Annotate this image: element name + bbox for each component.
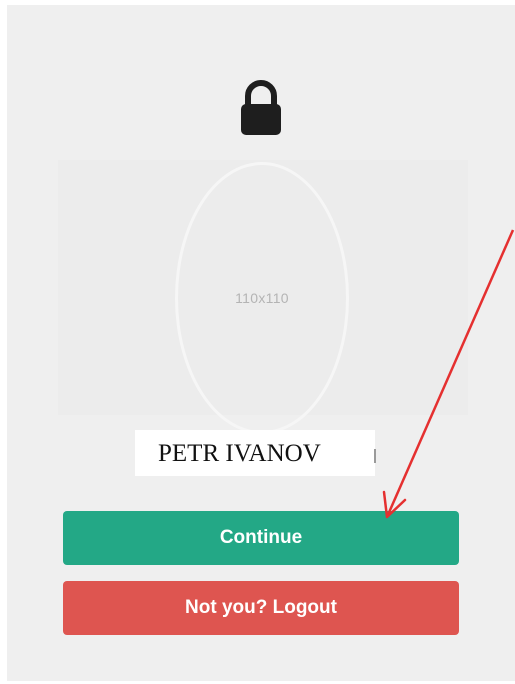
avatar-placeholder-label: 110x110 (235, 290, 289, 306)
text-cursor-mark (374, 449, 376, 463)
user-name: PETR IVANOV (158, 440, 321, 467)
continue-button[interactable]: Continue (63, 511, 459, 565)
avatar: 110x110 (175, 162, 349, 434)
user-name-field: PETR IVANOV (135, 430, 375, 476)
lock-icon (238, 79, 284, 137)
logout-button[interactable]: Not you? Logout (63, 581, 459, 635)
